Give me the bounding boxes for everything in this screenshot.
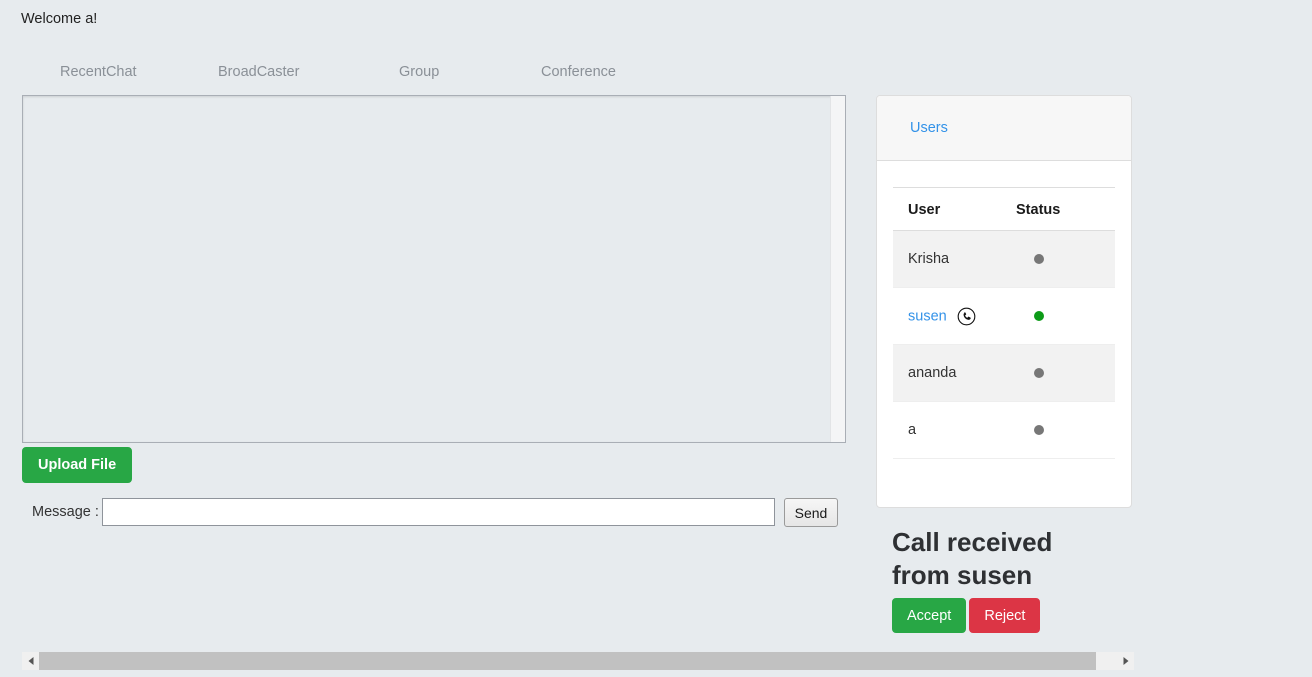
message-input[interactable] (102, 498, 775, 526)
main-tab-bar: RecentChat BroadCaster Group Conference (22, 60, 846, 86)
status-dot-online (1034, 311, 1044, 322)
user-cell: Krisha (893, 230, 1011, 288)
column-header-user: User (893, 187, 1011, 231)
message-label: Message : (32, 504, 99, 520)
status-cell (1011, 230, 1115, 288)
user-name: a (908, 422, 917, 438)
call-action-buttons: Accept Reject (892, 598, 1142, 633)
phone-circle-icon[interactable] (957, 307, 976, 326)
column-header-status: Status (1011, 187, 1115, 231)
tab-broadcaster[interactable]: BroadCaster (218, 60, 299, 84)
users-table-head: User Status (893, 187, 1115, 231)
table-row[interactable]: Krisha (893, 230, 1115, 288)
user-name: ananda (908, 365, 957, 381)
users-panel-body: User Status Krisha susen ananda a (877, 161, 1131, 459)
app-page: Welcome a! RecentChat BroadCaster Group … (0, 0, 1312, 677)
chat-display-area[interactable] (22, 95, 846, 443)
users-panel-header: Users (877, 96, 1131, 161)
page-horizontal-scrollbar[interactable] (22, 652, 1134, 670)
status-dot-offline (1034, 368, 1044, 379)
user-cell: a (893, 401, 1011, 459)
status-dot-offline (1034, 254, 1044, 265)
status-cell (1011, 344, 1115, 402)
user-cell: susen (893, 287, 1011, 345)
users-table: User Status Krisha susen ananda a (893, 187, 1115, 459)
send-button[interactable]: Send (784, 498, 838, 527)
status-cell (1011, 287, 1115, 345)
users-panel: Users User Status Krisha susen ananda a (876, 95, 1132, 508)
accept-call-button[interactable]: Accept (892, 598, 967, 633)
tab-conference[interactable]: Conference (541, 60, 616, 84)
user-cell: ananda (893, 344, 1011, 402)
users-tab-link[interactable]: Users (910, 118, 948, 138)
user-name: Krisha (908, 251, 950, 267)
status-cell (1011, 401, 1115, 459)
tab-recentchat[interactable]: RecentChat (60, 60, 137, 84)
arrow-right-icon[interactable] (1117, 652, 1134, 670)
reject-call-button[interactable]: Reject (969, 598, 1041, 633)
incoming-call-panel: Call received from susen Accept Reject (892, 526, 1142, 633)
chat-vertical-scrollbar[interactable] (830, 96, 845, 442)
table-row[interactable]: susen (893, 287, 1115, 345)
horizontal-scrollbar-track[interactable] (1096, 652, 1117, 670)
chat-messages (23, 96, 830, 442)
users-table-header-row: User Status (893, 187, 1115, 231)
welcome-message: Welcome a! (21, 11, 98, 27)
message-compose-row: Message : Send (22, 498, 842, 530)
horizontal-scrollbar-thumb[interactable] (39, 652, 1096, 670)
users-table-body: Krisha susen ananda a (893, 230, 1115, 459)
tab-group[interactable]: Group (399, 60, 439, 84)
incoming-call-text: Call received from susen (892, 527, 1053, 590)
table-row[interactable]: ananda (893, 344, 1115, 402)
user-name-link[interactable]: susen (908, 308, 947, 324)
table-row[interactable]: a (893, 401, 1115, 459)
arrow-left-icon[interactable] (22, 652, 39, 670)
upload-file-button[interactable]: Upload File (22, 447, 133, 483)
status-dot-offline (1034, 425, 1044, 436)
